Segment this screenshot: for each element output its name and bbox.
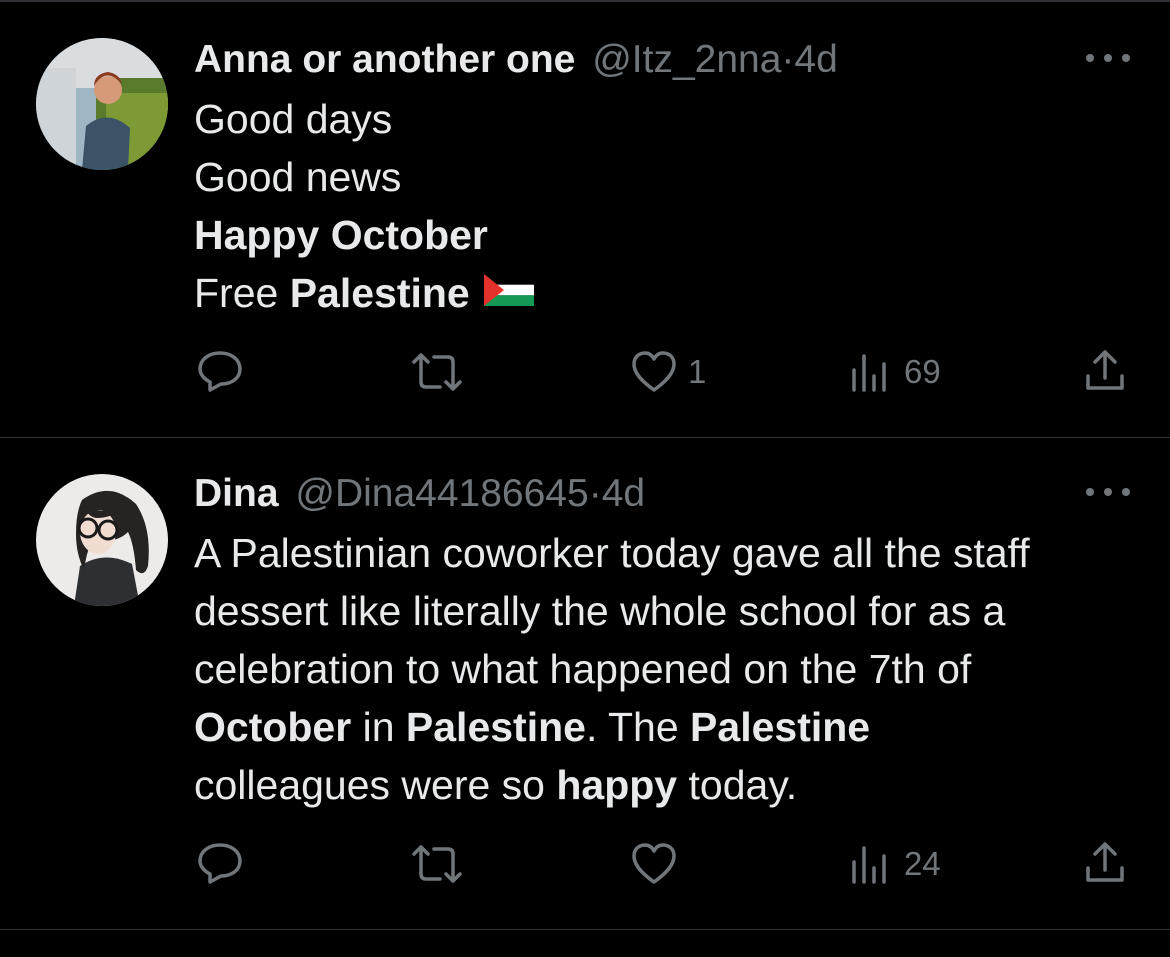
- palestine-flag-icon: [483, 263, 534, 321]
- share-icon: [1086, 842, 1124, 882]
- views-count: 69: [904, 353, 941, 390]
- reply-button[interactable]: [196, 348, 244, 392]
- share-icon: [1086, 350, 1124, 390]
- tweet-actions: 1 69: [0, 342, 1170, 402]
- text-line: Good news: [194, 154, 402, 200]
- text-bold: Palestine: [405, 704, 586, 750]
- reply-button[interactable]: [196, 840, 244, 884]
- retweet-button[interactable]: [408, 352, 466, 392]
- tweet-header: Dina @Dina44186645·4d: [194, 470, 645, 518]
- like-count: 1: [688, 353, 707, 390]
- avatar[interactable]: [36, 474, 168, 606]
- heart-icon: [632, 843, 676, 884]
- more-icon: [1086, 54, 1094, 62]
- more-icon-dot: [1122, 488, 1130, 496]
- avatar-image: [36, 474, 168, 606]
- text-line: celebration to what happened on the 7th …: [194, 646, 972, 692]
- retweet-icon: [412, 353, 462, 391]
- timestamp[interactable]: 4d: [794, 38, 837, 81]
- text-plain: today.: [677, 762, 798, 808]
- text-line: October in Palestine. The Palestine: [194, 698, 1030, 756]
- tweet-header: Anna or another one @Itz_2nna·4d: [194, 36, 838, 84]
- author-handle[interactable]: @Itz_2nna: [592, 38, 781, 81]
- share-button[interactable]: [1082, 840, 1128, 886]
- author-name[interactable]: Dina: [194, 472, 279, 515]
- retweet-icon: [412, 845, 462, 883]
- reply-icon: [198, 351, 242, 392]
- text-line: dessert like literally the whole school …: [194, 588, 1006, 634]
- text-bold: Palestine: [690, 704, 871, 750]
- tweet-text: Good days Good news Happy October Free P…: [194, 90, 534, 322]
- text-bold: Happy October: [194, 212, 488, 258]
- more-options-button[interactable]: [1086, 482, 1130, 502]
- text-bold: happy: [556, 762, 678, 808]
- share-button[interactable]: [1082, 348, 1128, 394]
- tweet[interactable]: Dina @Dina44186645·4d A Palestinian cowo…: [0, 438, 1170, 930]
- more-icon-dot: [1104, 54, 1112, 62]
- timestamp[interactable]: 4d: [602, 472, 645, 515]
- more-icon-dot: [1122, 54, 1130, 62]
- more-options-button[interactable]: [1086, 48, 1130, 68]
- text-plain: colleagues were so: [194, 762, 557, 808]
- tweet-divider: [0, 929, 1170, 930]
- views-icon: [852, 354, 886, 392]
- views-button[interactable]: 24: [850, 844, 941, 884]
- text-bold: October: [194, 704, 352, 750]
- heart-icon: [632, 351, 676, 392]
- tweet[interactable]: Anna or another one @Itz_2nna·4d Good da…: [0, 0, 1170, 437]
- avatar-image: [36, 38, 168, 170]
- text-plain: . The: [585, 704, 691, 750]
- text-plain: in: [351, 704, 406, 750]
- text-line: Happy October: [194, 206, 534, 264]
- more-icon: [1086, 488, 1094, 496]
- text-line: A Palestinian coworker today gave all th…: [194, 530, 1030, 576]
- more-icon-dot: [1104, 488, 1112, 496]
- tweet-text: A Palestinian coworker today gave all th…: [194, 524, 1030, 814]
- views-count: 24: [904, 845, 941, 882]
- separator-dot: ·: [781, 38, 795, 81]
- text-plain: Free: [194, 270, 290, 316]
- views-icon: [852, 846, 886, 884]
- text-bold: Palestine: [289, 270, 470, 316]
- reply-icon: [198, 843, 242, 884]
- retweet-button[interactable]: [408, 844, 466, 884]
- like-button[interactable]: 1: [630, 350, 706, 394]
- text-line: Free Palestine: [194, 264, 534, 322]
- avatar[interactable]: [36, 38, 168, 170]
- author-handle[interactable]: @Dina44186645: [295, 472, 588, 515]
- separator-dot: ·: [588, 472, 602, 515]
- like-button[interactable]: [630, 842, 678, 886]
- tweet-actions: 24: [0, 834, 1170, 894]
- author-name[interactable]: Anna or another one: [194, 38, 575, 81]
- text-line: Good days: [194, 96, 393, 142]
- views-button[interactable]: 69: [850, 352, 941, 392]
- text-line: colleagues were so happy today.: [194, 756, 1030, 814]
